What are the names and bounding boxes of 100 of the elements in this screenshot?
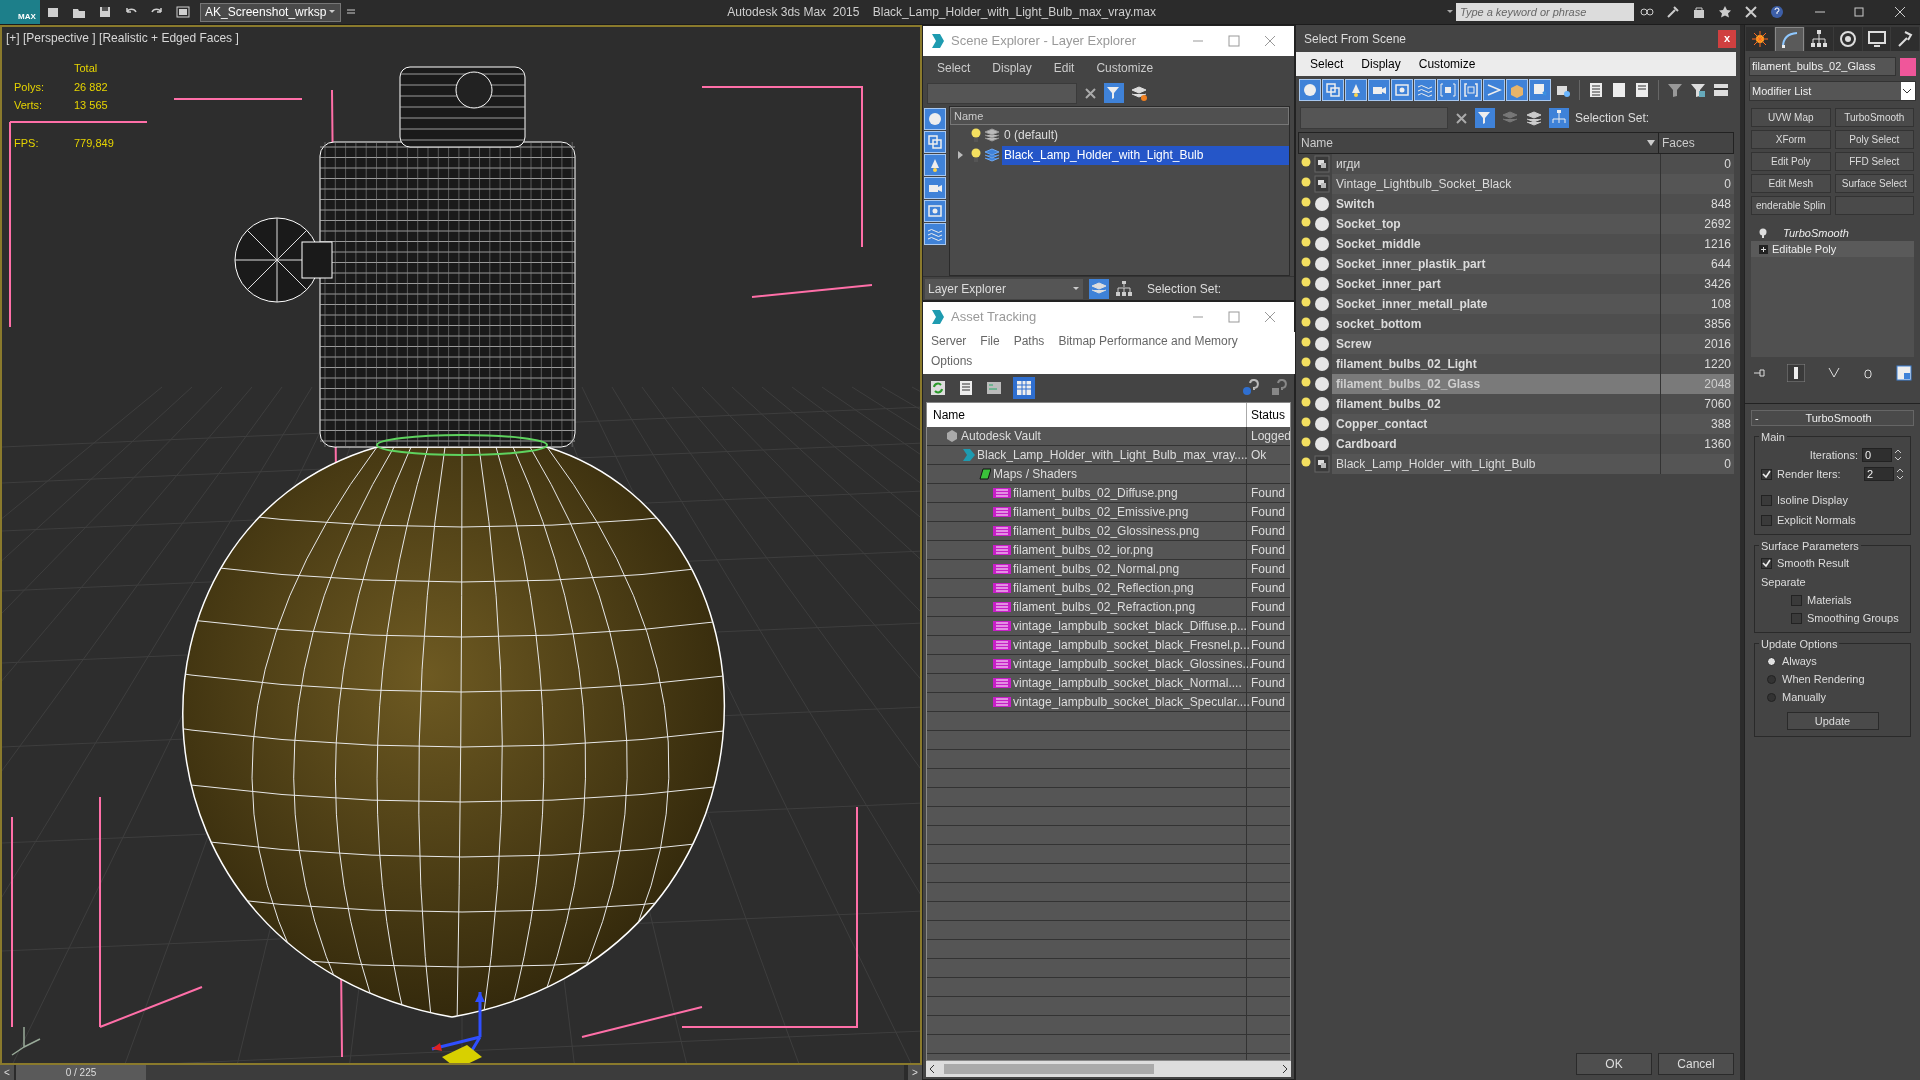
asset-name[interactable]: filament_bulbs_02_Normal.png [1013, 560, 1180, 578]
viewport-label[interactable]: [+] [Perspective ] [Realistic + Edged Faces ] [6, 29, 239, 47]
menu-item[interactable]: Display [992, 59, 1032, 77]
panel-tab[interactable] [1746, 27, 1774, 51]
asset-name[interactable]: vintage_lampbulb_socket_black_Fresnel.p... [1013, 636, 1250, 654]
radio-button[interactable] [1767, 675, 1776, 684]
filter-toggle[interactable] [1483, 79, 1505, 101]
pin-stack-icon[interactable] [1753, 367, 1765, 379]
asset-name[interactable]: vintage_lampbulb_socket_black_Normal.... [1013, 674, 1242, 692]
filter-toggle[interactable] [924, 108, 946, 130]
asset-name[interactable]: Black_Lamp_Holder_with_Light_Bulb_max_vray.... [977, 446, 1248, 464]
filter-toggle[interactable] [1299, 79, 1321, 101]
modifier-list-dropdown[interactable]: Modifier List [1749, 81, 1916, 101]
spinner-field[interactable]: 0 [1862, 448, 1892, 463]
object-row[interactable]: Socket_middle [1332, 234, 1660, 254]
filter-toggle[interactable] [1437, 79, 1459, 101]
object-row[interactable]: Vintage_Lightbulb_Socket_Black [1332, 174, 1660, 194]
cart-icon[interactable] [1691, 4, 1707, 20]
checkbox[interactable] [1761, 468, 1772, 480]
close-button[interactable]: x [1718, 29, 1736, 48]
object-row[interactable]: Cardboard [1332, 434, 1660, 454]
favorite-icon[interactable] [1717, 4, 1733, 20]
caret-icon[interactable] [1446, 8, 1454, 16]
time-slider-thumb[interactable]: 0 / 225 [16, 1065, 146, 1080]
select-all-icon[interactable] [1587, 81, 1605, 99]
filter-toggle[interactable] [1460, 79, 1482, 101]
panel-tab[interactable] [1774, 27, 1805, 51]
modifier-button[interactable]: Poly Select [1834, 130, 1914, 149]
asset-name[interactable]: vintage_lampbulb_socket_black_Diffuse.p... [1013, 617, 1247, 635]
display-options-icon[interactable] [1712, 81, 1730, 99]
radio-button[interactable] [1767, 657, 1776, 666]
radio-button[interactable] [1767, 693, 1776, 702]
timeline-next-button[interactable]: > [908, 1065, 922, 1080]
checkbox[interactable] [1761, 494, 1772, 506]
hierarchy-icon[interactable] [1549, 108, 1569, 128]
dialog-button[interactable]: Cancel [1658, 1053, 1734, 1075]
configure-sets-icon[interactable] [1896, 365, 1912, 381]
clear-icon[interactable] [1083, 85, 1098, 101]
asset-name[interactable]: filament_bulbs_02_Glossiness.png [1013, 522, 1200, 540]
layers-icon[interactable] [1525, 109, 1543, 127]
column-header[interactable]: Name [1299, 133, 1659, 153]
object-row[interactable]: filament_bulbs_02 [1332, 394, 1660, 414]
filter-icon[interactable] [1104, 83, 1124, 103]
workspace-dropdown[interactable]: AK_Screenshot_wrksp [200, 2, 342, 22]
panel-tab[interactable] [1891, 27, 1920, 51]
make-unique-icon[interactable] [1826, 366, 1841, 380]
project-icon[interactable] [175, 4, 191, 20]
timeline-prev-button[interactable]: < [0, 1065, 14, 1080]
asset-name[interactable]: filament_bulbs_02_Diffuse.png [1013, 484, 1178, 502]
layer-explorer-icon[interactable] [1089, 278, 1109, 299]
filter-options-icon[interactable] [1689, 81, 1707, 99]
object-row[interactable]: Socket_inner_part [1332, 274, 1660, 294]
object-color-swatch[interactable] [1900, 57, 1916, 76]
list-icon[interactable] [957, 379, 975, 397]
menu-item[interactable]: Bitmap Performance and Memory [1058, 332, 1238, 350]
panel-tab[interactable] [1862, 27, 1891, 51]
object-row[interactable]: filament_bulbs_02_Light [1332, 354, 1660, 374]
modifier-button[interactable]: enderable Splin [1751, 196, 1831, 215]
checkbox[interactable] [1791, 595, 1802, 606]
viewport[interactable]: [+] [Perspective ] [Realistic + Edged Faces ] Total Polys: 26 882 Verts: 13 565 FPS: 779,849 [0, 25, 922, 1065]
remove-modifier-icon[interactable] [1862, 366, 1875, 380]
object-row[interactable]: Socket_top [1332, 214, 1660, 234]
filter-toggle[interactable] [1414, 79, 1436, 101]
asset-name[interactable]: vintage_lampbulb_socket_black_Specular.... [1013, 693, 1250, 711]
asset-name[interactable]: filament_bulbs_02_ior.png [1013, 541, 1154, 559]
light-bulb-icon[interactable] [1759, 228, 1767, 238]
app-logo[interactable]: MAX [0, 0, 40, 24]
filter-toggle[interactable] [1506, 79, 1528, 101]
layers-icon[interactable] [1130, 84, 1148, 102]
modifier-button[interactable]: XForm [1751, 130, 1831, 149]
checkbox[interactable] [1791, 613, 1802, 624]
asset-name[interactable]: Maps / Shaders [993, 465, 1078, 483]
object-row[interactable]: Socket_inner_plastik_part [1332, 254, 1660, 274]
menu-item[interactable]: Customize [1418, 55, 1476, 73]
modifier-stack[interactable]: TurboSmooth Editable Poly [1751, 225, 1914, 357]
filter-toggle[interactable] [1345, 79, 1367, 101]
asset-name[interactable]: filament_bulbs_02_Reflection.png [1013, 579, 1194, 597]
expand-icon[interactable] [1759, 244, 1768, 254]
modifier-button[interactable]: UVW Map [1751, 108, 1831, 127]
menu-item[interactable]: Customize [1096, 59, 1154, 77]
column-header[interactable]: Faces [1659, 133, 1733, 153]
object-row[interactable]: игди [1332, 154, 1660, 174]
select-none-icon[interactable] [1610, 81, 1628, 99]
object-row[interactable]: Copper_contact [1332, 414, 1660, 434]
search-field[interactable]: Type a keyword or phrase [1456, 3, 1634, 21]
menu-item[interactable]: Paths [1013, 332, 1045, 350]
close-x-icon[interactable] [1743, 4, 1759, 20]
panel-tab[interactable] [1805, 27, 1833, 51]
modifier-button[interactable]: Edit Mesh [1751, 174, 1831, 193]
help-icon[interactable] [1242, 379, 1260, 397]
spinner-arrows-icon[interactable] [1894, 448, 1902, 463]
filter-icon[interactable] [1475, 108, 1495, 128]
modifier-button[interactable]: TurboSmooth [1834, 108, 1914, 127]
layer-item[interactable]: Black_Lamp_Holder_with_Light_Bulb [1002, 145, 1289, 165]
column-header[interactable]: Status [1247, 403, 1290, 427]
panel-tab[interactable] [1834, 27, 1862, 51]
menu-item[interactable]: Server [931, 332, 967, 350]
save-icon[interactable] [97, 4, 113, 20]
tools-icon[interactable] [1665, 4, 1681, 20]
transform-gizmo-icon[interactable] [430, 990, 485, 1063]
